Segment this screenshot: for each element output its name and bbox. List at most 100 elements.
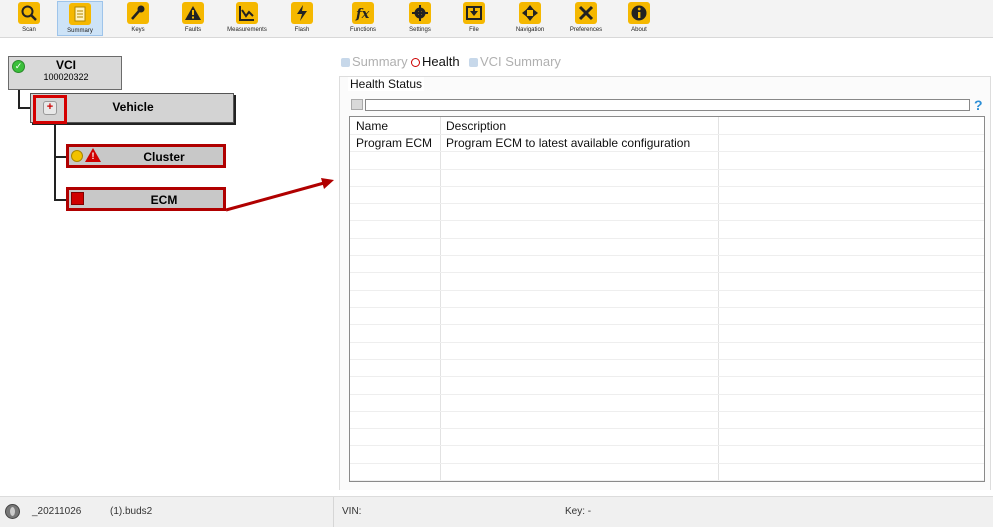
filter-row: ? bbox=[351, 97, 986, 113]
row-divider bbox=[350, 307, 984, 308]
row-divider bbox=[350, 238, 984, 239]
tree-connector bbox=[54, 124, 56, 201]
settings-label: Settings bbox=[409, 27, 431, 33]
row-divider bbox=[350, 220, 984, 221]
measurements-button[interactable]: Measurements bbox=[224, 1, 270, 36]
row-divider bbox=[350, 394, 984, 395]
row-description-cell[interactable]: Program ECM to latest available configur… bbox=[446, 136, 690, 150]
row-divider bbox=[350, 186, 984, 187]
summary-tab-icon bbox=[341, 58, 350, 68]
row-divider bbox=[350, 151, 984, 152]
summary-label: Summary bbox=[67, 28, 93, 34]
detail-pane: Summary Health VCI Summary Health Status… bbox=[334, 38, 993, 490]
file-button[interactable]: File bbox=[451, 1, 497, 36]
faults-label: Faults bbox=[184, 27, 202, 33]
warning-icon bbox=[182, 2, 204, 24]
health-tab-icon bbox=[411, 58, 420, 68]
main-toolbar: Scan Summary Keys Faults Measurements Fl… bbox=[0, 0, 993, 38]
preferences-button[interactable]: Preferences bbox=[563, 1, 609, 36]
info-icon bbox=[628, 2, 650, 24]
ecm-label: ECM bbox=[150, 193, 178, 207]
vci-node[interactable]: ✓ VCI 100020322 bbox=[8, 56, 122, 90]
status-bar: _20211026 (1).buds2 VIN: Key: - bbox=[0, 496, 993, 527]
cluster-label: Cluster bbox=[143, 150, 185, 164]
svg-text:fx: fx bbox=[355, 7, 370, 22]
download-icon bbox=[463, 2, 485, 24]
filter-input[interactable] bbox=[365, 99, 970, 111]
row-divider bbox=[350, 445, 984, 446]
row-divider bbox=[350, 169, 984, 170]
lightning-icon bbox=[291, 2, 313, 24]
navigation-arrows-icon bbox=[519, 2, 541, 24]
cluster-node[interactable]: ! Cluster bbox=[66, 144, 226, 168]
key-label: Key: - bbox=[565, 506, 592, 517]
row-divider bbox=[350, 203, 984, 204]
magnifier-icon bbox=[18, 2, 40, 24]
row-divider bbox=[350, 359, 984, 360]
scan-button[interactable]: Scan bbox=[6, 1, 52, 36]
tab-vci-summary[interactable]: VCI Summary bbox=[469, 54, 561, 69]
row-divider bbox=[350, 272, 984, 273]
tab-health-label: Health bbox=[422, 54, 460, 69]
row-divider bbox=[350, 134, 984, 135]
row-divider bbox=[350, 324, 984, 325]
faults-button[interactable]: Faults bbox=[170, 1, 216, 36]
flash-label: Flash bbox=[294, 27, 310, 33]
keys-button[interactable]: Keys bbox=[115, 1, 161, 36]
settings-button[interactable]: Settings bbox=[397, 1, 443, 36]
navigation-label: Navigation bbox=[515, 27, 545, 33]
column-header-description[interactable]: Description bbox=[446, 119, 506, 133]
summary-button[interactable]: Summary bbox=[57, 1, 103, 36]
globe-icon bbox=[5, 504, 20, 519]
module-tree-pane: ✓ VCI 100020322 Vehicle + ! Cluster ECM bbox=[0, 38, 334, 490]
status-dot-icon bbox=[71, 150, 83, 162]
file-label: File bbox=[469, 27, 479, 33]
navigation-button[interactable]: Navigation bbox=[507, 1, 553, 36]
flash-button[interactable]: Flash bbox=[279, 1, 325, 36]
preferences-label: Preferences bbox=[569, 27, 603, 33]
row-divider bbox=[350, 463, 984, 464]
tab-summary-label: Summary bbox=[352, 54, 408, 69]
warning-mark: ! bbox=[91, 151, 95, 161]
chart-icon bbox=[236, 2, 258, 24]
row-divider bbox=[350, 255, 984, 256]
tab-health[interactable]: Health bbox=[411, 54, 460, 69]
row-divider bbox=[350, 428, 984, 429]
about-button[interactable]: About bbox=[616, 1, 662, 36]
measurements-label: Measurements bbox=[227, 27, 267, 33]
scan-label: Scan bbox=[22, 27, 36, 33]
help-icon[interactable]: ? bbox=[974, 97, 986, 113]
functions-label: Functions bbox=[349, 27, 376, 33]
document-icon bbox=[69, 3, 91, 25]
gear-icon bbox=[409, 2, 431, 24]
health-table: Name Description Program ECM Program ECM… bbox=[349, 116, 985, 482]
about-label: About bbox=[631, 27, 647, 33]
tab-summary[interactable]: Summary bbox=[341, 54, 408, 69]
fx-icon: fx bbox=[352, 2, 374, 24]
key-icon bbox=[127, 2, 149, 24]
vci-summary-tab-icon bbox=[469, 58, 478, 68]
vci-title: VCI bbox=[55, 58, 76, 72]
keys-label: Keys bbox=[131, 27, 145, 33]
row-divider bbox=[350, 290, 984, 291]
health-status-title: Health Status bbox=[348, 77, 425, 91]
row-divider bbox=[350, 376, 984, 377]
row-divider bbox=[350, 411, 984, 412]
row-divider bbox=[350, 480, 984, 481]
wrench-screwdriver-icon bbox=[575, 2, 597, 24]
status-separator bbox=[333, 497, 334, 527]
file-date: _20211026 bbox=[32, 506, 82, 517]
tree-connector bbox=[18, 90, 20, 108]
red-arrow-annotation bbox=[225, 178, 334, 212]
row-name-cell[interactable]: Program ECM bbox=[356, 136, 432, 150]
vehicle-health-icon: + bbox=[43, 101, 57, 115]
error-square-icon bbox=[71, 192, 84, 205]
search-icon[interactable] bbox=[351, 99, 363, 110]
column-header-name[interactable]: Name bbox=[356, 119, 388, 133]
functions-button[interactable]: fx Functions bbox=[340, 1, 386, 36]
ecm-node[interactable]: ECM bbox=[66, 187, 226, 211]
vin-label: VIN: bbox=[342, 506, 362, 517]
row-divider bbox=[350, 342, 984, 343]
tab-vci-summary-label: VCI Summary bbox=[480, 54, 561, 69]
vci-serial: 100020322 bbox=[43, 72, 89, 82]
